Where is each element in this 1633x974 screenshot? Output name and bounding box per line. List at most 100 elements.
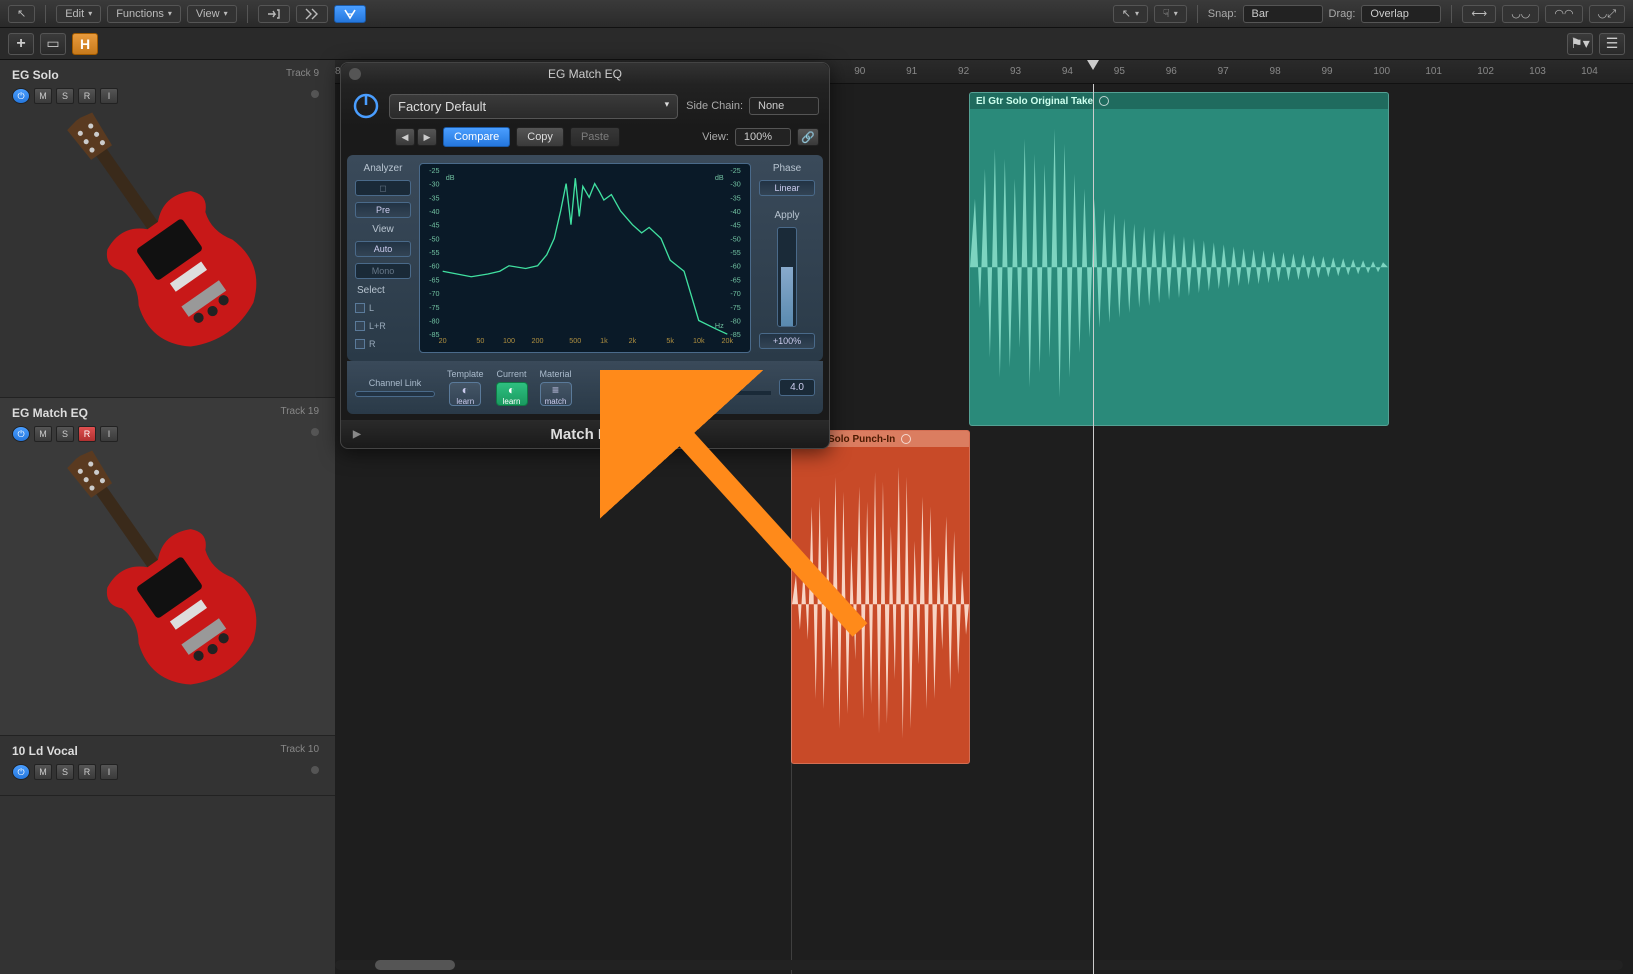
- svg-text:-25: -25: [730, 168, 740, 175]
- view-menu[interactable]: View▾: [187, 5, 237, 23]
- pointer-tool-right[interactable]: ↖▾: [1113, 5, 1148, 23]
- playhead[interactable]: [1093, 84, 1094, 974]
- eq-spectrum-graph[interactable]: -25-25-30-30-35-35-40-40-45-45-50-50-55-…: [419, 163, 751, 353]
- catch-icon[interactable]: [258, 5, 290, 23]
- track-row[interactable]: EG Solo Track 9 ⏻ M S R I: [0, 60, 335, 398]
- waveform-zoom-2-icon[interactable]: ◠◠: [1545, 5, 1582, 23]
- smoothing-value[interactable]: 4.0: [779, 379, 815, 396]
- power-button[interactable]: ⏻: [12, 764, 30, 780]
- scrollbar-thumb[interactable]: [375, 960, 455, 970]
- plugin-titlebar[interactable]: EG Match EQ: [341, 63, 829, 85]
- input-button[interactable]: I: [100, 764, 118, 780]
- functions-menu[interactable]: Functions▾: [107, 5, 181, 23]
- ruler-tick: 96: [1166, 66, 1177, 77]
- svg-text:-55: -55: [730, 250, 740, 257]
- svg-text:200: 200: [532, 338, 544, 345]
- template-label: Template: [447, 369, 484, 379]
- phase-label: Phase: [773, 163, 801, 174]
- analyzer-pre-dropdown[interactable]: Pre: [355, 202, 411, 218]
- svg-text:-55: -55: [429, 250, 439, 257]
- ruler-tick: 97: [1218, 66, 1229, 77]
- apply-value[interactable]: +100%: [759, 333, 815, 349]
- mute-button[interactable]: M: [34, 764, 52, 780]
- view-mono-dropdown[interactable]: Mono: [355, 263, 411, 279]
- next-preset-button[interactable]: ▶: [417, 128, 437, 146]
- pointer-tool-icon[interactable]: ↖: [8, 5, 35, 23]
- drag-dropdown[interactable]: Overlap: [1361, 5, 1441, 23]
- sidechain-dropdown[interactable]: None: [749, 97, 819, 115]
- checkbox-l[interactable]: [355, 303, 365, 313]
- solo-button[interactable]: S: [56, 764, 74, 780]
- plugin-window[interactable]: EG Match EQ Factory Default▾ Side Chain:…: [340, 62, 830, 449]
- checkbox-r[interactable]: [355, 339, 365, 349]
- analyzer-label: Analyzer: [355, 163, 411, 174]
- prev-preset-button[interactable]: ◀: [395, 128, 415, 146]
- power-icon[interactable]: [351, 91, 381, 121]
- disclosure-icon[interactable]: ▶: [353, 429, 361, 440]
- crossfade-icon[interactable]: ⟷: [1462, 5, 1496, 23]
- close-icon[interactable]: [349, 68, 361, 80]
- track-number: Track 10: [280, 744, 319, 755]
- apply-slider[interactable]: [777, 227, 797, 327]
- paste-button[interactable]: Paste: [570, 127, 620, 147]
- link-chain-icon[interactable]: 🔗: [797, 128, 819, 146]
- track-number: Track 19: [280, 406, 319, 417]
- track-row[interactable]: EG Match EQ Track 19 ⏻ M S R I: [0, 398, 335, 736]
- current-learn-button[interactable]: ◐learn: [496, 382, 528, 406]
- analyzer-toggle[interactable]: ◻: [355, 180, 411, 196]
- track-view-icon[interactable]: ☰: [1599, 33, 1625, 55]
- svg-text:-70: -70: [429, 291, 439, 298]
- waveform-zoom-1-icon[interactable]: ◡◡: [1502, 5, 1539, 23]
- copy-button[interactable]: Copy: [516, 127, 564, 147]
- autoselect-icon[interactable]: [296, 5, 328, 23]
- track-header-bar: + ▭ H ⚑▾ ☰: [0, 28, 1633, 60]
- waveform-zoom-3-icon[interactable]: ◡⤢: [1589, 5, 1625, 23]
- ruler-tick: 93: [1010, 66, 1021, 77]
- svg-text:-65: -65: [730, 278, 740, 285]
- select-label: Select: [355, 285, 411, 296]
- snap-dropdown[interactable]: Bar: [1243, 5, 1323, 23]
- template-learn-button[interactable]: ◐learn: [449, 382, 481, 406]
- svg-text:-80: -80: [730, 319, 740, 326]
- phase-dropdown[interactable]: Linear: [759, 180, 815, 196]
- guitar-icon: [30, 434, 290, 714]
- svg-text:-75: -75: [429, 305, 439, 312]
- duplicate-track-button[interactable]: ▭: [40, 33, 66, 55]
- svg-text:dB: dB: [446, 175, 455, 182]
- checkbox-lr[interactable]: [355, 321, 365, 331]
- hide-button[interactable]: H: [72, 33, 98, 55]
- playhead-marker[interactable]: [1087, 60, 1099, 70]
- smoothing-slider[interactable]: [671, 391, 771, 395]
- finger-tool-icon[interactable]: ☟▾: [1154, 5, 1187, 23]
- track-options-icon[interactable]: ⚑▾: [1567, 33, 1593, 55]
- track-panel: EG Solo Track 9 ⏻ M S R I: [0, 60, 335, 974]
- material-match-button[interactable]: ≡match: [540, 382, 572, 406]
- track-row[interactable]: 10 Ld Vocal Track 10 ⏻ M S R I: [0, 736, 335, 796]
- audio-region-original[interactable]: El Gtr Solo Original Take: [969, 92, 1389, 426]
- ruler-tick: 103: [1529, 66, 1546, 77]
- view-auto-dropdown[interactable]: Auto: [355, 241, 411, 257]
- record-button[interactable]: R: [78, 764, 96, 780]
- smoothing-label: Smoothing: [671, 381, 714, 391]
- edit-menu[interactable]: Edit▾: [56, 5, 101, 23]
- link-icon[interactable]: [334, 5, 366, 23]
- power-button[interactable]: ⏻: [12, 88, 30, 104]
- ruler-tick: 100: [1373, 66, 1390, 77]
- view-zoom-dropdown[interactable]: 100%: [735, 128, 791, 146]
- snap-label: Snap:: [1208, 8, 1237, 20]
- svg-text:10k: 10k: [693, 338, 705, 345]
- track-name: EG Match EQ: [12, 406, 323, 420]
- freeze-indicator: [311, 766, 319, 774]
- svg-text:100: 100: [503, 338, 515, 345]
- horizontal-scrollbar[interactable]: [335, 960, 1623, 970]
- svg-text:-65: -65: [429, 278, 439, 285]
- audio-region-punchin[interactable]: El Gtr Solo Punch-In: [791, 430, 970, 764]
- svg-text:-30: -30: [730, 182, 740, 189]
- preset-dropdown[interactable]: Factory Default▾: [389, 94, 678, 119]
- compare-button[interactable]: Compare: [443, 127, 510, 147]
- channel-link-slider[interactable]: [355, 391, 435, 397]
- add-track-button[interactable]: +: [8, 33, 34, 55]
- svg-text:-80: -80: [429, 319, 439, 326]
- power-button[interactable]: ⏻: [12, 426, 30, 442]
- channel-link-label: Channel Link: [369, 378, 422, 388]
